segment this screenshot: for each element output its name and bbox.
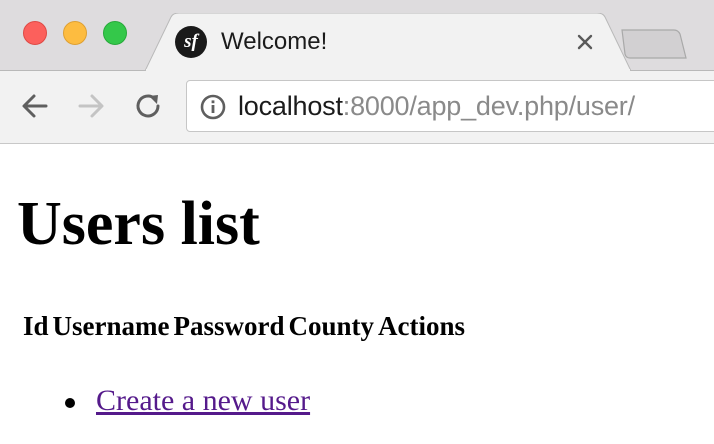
- url-host: localhost: [238, 91, 343, 121]
- info-icon[interactable]: [199, 93, 227, 121]
- table-header-row: Id Username Password County Actions: [23, 308, 465, 344]
- tab-shape: [145, 13, 632, 71]
- new-tab-button[interactable]: [618, 28, 688, 60]
- arrow-left-icon[interactable]: [20, 91, 50, 121]
- url-path: :8000/app_dev.php/user/: [342, 91, 635, 121]
- column-header-username: Username: [52, 311, 170, 341]
- page-title: Users list: [17, 190, 260, 258]
- symfony-logo-icon: sf: [175, 26, 207, 58]
- tab-strip: sf Welcome!: [0, 0, 714, 71]
- page-content: Users list Id Username Password County A…: [0, 144, 714, 444]
- list-item: Create a new user: [65, 382, 310, 420]
- url-text: localhost:8000/app_dev.php/user/: [238, 90, 635, 122]
- column-header-password: Password: [173, 311, 285, 341]
- address-bar[interactable]: localhost:8000/app_dev.php/user/: [186, 80, 714, 132]
- users-table: Id Username Password County Actions: [19, 308, 469, 344]
- minimize-window-button[interactable]: [63, 21, 87, 45]
- column-header-actions: Actions: [378, 311, 466, 341]
- close-window-button[interactable]: [23, 21, 47, 45]
- tab-welcome[interactable]: sf Welcome!: [145, 13, 637, 71]
- maximize-window-button[interactable]: [103, 21, 127, 45]
- tab-title: Welcome!: [221, 28, 328, 55]
- browser-toolbar: localhost:8000/app_dev.php/user/: [0, 71, 714, 144]
- reload-icon[interactable]: [133, 91, 163, 121]
- column-header-id: Id: [23, 311, 49, 341]
- arrow-right-icon[interactable]: [76, 91, 106, 121]
- close-icon[interactable]: [573, 30, 597, 54]
- column-header-county: County: [288, 311, 375, 341]
- create-new-user-link[interactable]: Create a new user: [96, 384, 310, 417]
- actions-list: Create a new user: [65, 382, 310, 420]
- bullet: [65, 398, 75, 408]
